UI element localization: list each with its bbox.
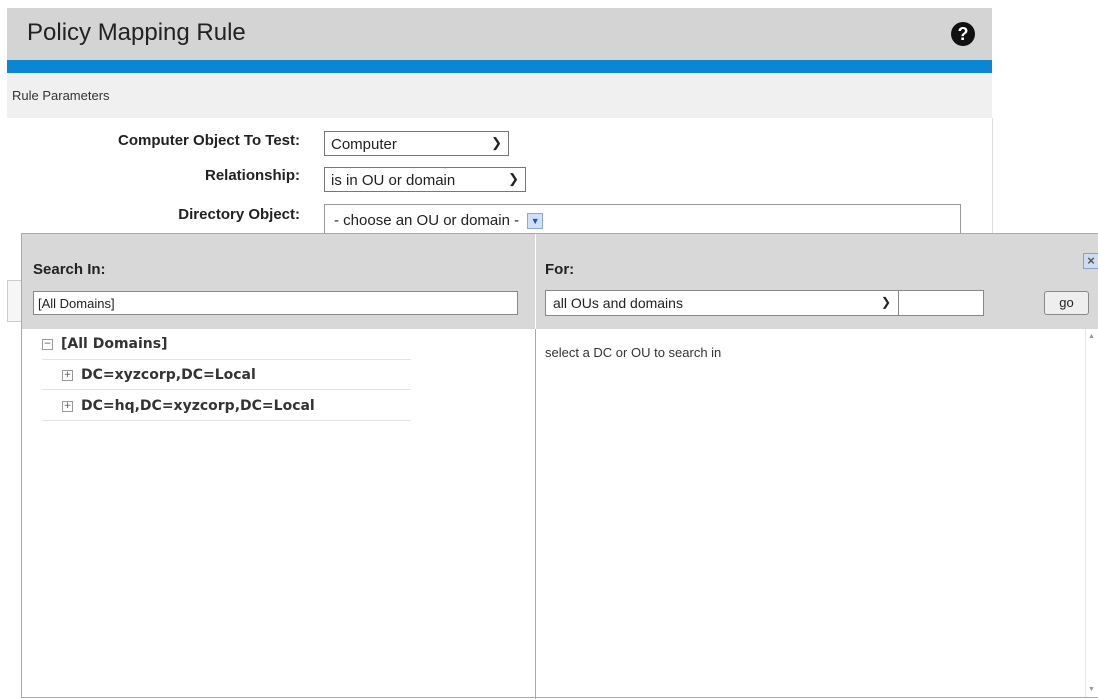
directory-object-value: - choose an OU or domain - [334,212,520,229]
ou-picker-popup: Search In: [All Domains] For: × all OUs … [21,233,1098,699]
computer-object-label: Computer Object To Test: [118,132,300,149]
for-header: For: × all OUs and domains ❯ go [536,234,1098,329]
chevron-down-icon: ❯ [491,135,502,150]
for-select[interactable]: all OUs and domains ❯ [545,290,900,316]
dropdown-arrow-icon[interactable]: ▼ [527,213,544,230]
search-in-input[interactable]: [All Domains] [33,291,518,315]
results-message: select a DC or OU to search in [545,345,722,360]
chevron-down-icon: ❯ [880,295,891,309]
go-button[interactable]: go [1044,291,1089,315]
results-pane: select a DC or OU to search in [536,329,1085,697]
scroll-up-icon[interactable]: ▲ [1088,333,1095,340]
tree-node[interactable]: + DC=xyzcorp,DC=Local [42,360,411,390]
tree-root[interactable]: − [All Domains] [42,329,411,360]
expand-icon[interactable]: + [62,369,73,381]
expand-icon[interactable]: + [62,400,73,412]
results-scrollbar[interactable]: ▲ ▼ [1085,329,1098,697]
tree-node-label: DC=hq,DC=xyzcorp,DC=Local [81,398,315,414]
computer-object-value: Computer [331,136,397,153]
relationship-label: Relationship: [204,167,300,184]
background-panel-edge [7,280,22,322]
page-header: Policy Mapping Rule ? [7,8,992,60]
relationship-value: is in OU or domain [331,172,456,189]
section-label: Rule Parameters [12,88,110,103]
for-select-value: all OUs and domains [553,295,683,311]
directory-object-label: Directory Object: [178,206,300,223]
for-label: For: [545,261,575,278]
page-title: Policy Mapping Rule [27,19,246,46]
question-circle-icon[interactable]: ? [951,22,975,46]
chevron-down-icon: ❯ [508,171,519,186]
tree-node-label: DC=xyzcorp,DC=Local [81,367,256,383]
tree-root-label: [All Domains] [61,336,168,352]
relationship-select[interactable]: is in OU or domain ❯ [324,167,526,192]
search-in-header: Search In: [All Domains] [22,234,535,329]
for-filter-input[interactable] [898,290,984,316]
scroll-down-icon[interactable]: ▼ [1088,686,1095,693]
close-icon[interactable]: × [1083,253,1098,269]
computer-object-select[interactable]: Computer ❯ [324,131,509,156]
tree-node[interactable]: + DC=hq,DC=xyzcorp,DC=Local [42,391,411,421]
domain-tree: − [All Domains] + DC=xyzcorp,DC=Local + DC=… [22,329,535,699]
collapse-icon[interactable]: − [42,338,53,350]
rule-parameters-bar: Rule Parameters [7,73,992,118]
accent-band [7,60,992,73]
search-in-label: Search In: [33,261,106,278]
directory-object-field[interactable]: - choose an OU or domain - ▼ [324,204,961,236]
